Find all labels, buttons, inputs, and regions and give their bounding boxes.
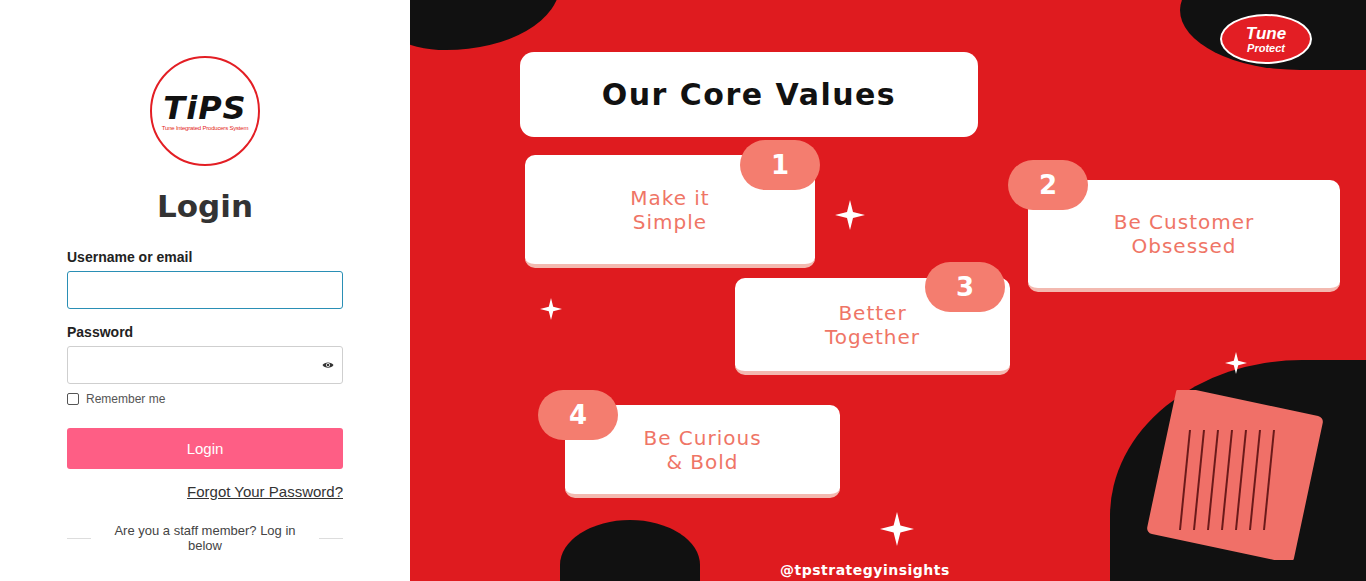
field: [67, 271, 343, 309]
remember-label: Remember me: [86, 391, 165, 407]
poster-handle: @tpstrategyinsights: [780, 562, 950, 578]
value-text: Be Curious: [643, 426, 761, 450]
username-input[interactable]: [67, 271, 343, 309]
show-password-button[interactable]: [321, 358, 335, 372]
login-button[interactable]: Login: [67, 428, 343, 469]
tips-logo: TiPSTune Integrated Producers System: [150, 56, 260, 166]
tune-protect-logo: TuneProtect: [1220, 14, 1312, 64]
divider-line: [67, 538, 91, 539]
brand-line: Protect: [1247, 42, 1285, 54]
value-number: 1: [740, 140, 820, 190]
value-number: 3: [925, 262, 1005, 312]
value-text: Make it: [630, 186, 709, 210]
login-panel: TiPSTune Integrated Producers System Logi…: [0, 0, 410, 581]
value-number: 2: [1008, 160, 1088, 210]
field: [67, 346, 343, 384]
decor-blob: [410, 0, 560, 50]
logo-subtitle: Tune Integrated Producers System: [162, 125, 248, 131]
brand-line: Tune: [1246, 25, 1286, 42]
staff-divider: Are you a staff member? Log in below: [67, 523, 343, 553]
value-number: 4: [538, 390, 618, 440]
sparkle-icon: [835, 200, 865, 230]
value-text: Obsessed: [1131, 234, 1236, 258]
login-page: TiPSTune Integrated Producers System Logi…: [0, 0, 1366, 581]
core-values-poster: Our Core Values Make itSimple 1 Be Customer…: [410, 0, 1366, 581]
forgot-password-link[interactable]: Forgot Your Password?: [187, 483, 343, 501]
decor-blob: [560, 520, 700, 581]
poster-title: Our Core Values: [520, 52, 978, 137]
remember-checkbox[interactable]: [67, 393, 79, 405]
divider-line: [319, 538, 343, 539]
eye-icon: [322, 361, 334, 369]
field-label: Password: [67, 323, 343, 341]
sparkle-icon: [880, 512, 914, 546]
value-text: Be Customer: [1114, 210, 1255, 234]
value-text: & Bold: [666, 450, 738, 474]
value-text: Better: [838, 301, 906, 325]
password-input[interactable]: [67, 346, 343, 384]
sparkle-icon: [540, 298, 562, 320]
value-text: Together: [825, 325, 920, 349]
field-label: Username or email: [67, 248, 343, 266]
staff-text: Are you a staff member? Log in below: [105, 523, 305, 553]
value-text: Simple: [633, 210, 707, 234]
logo-text: TiPS: [163, 91, 246, 125]
document-illustration-icon: [1140, 390, 1330, 560]
login-title: Login: [67, 186, 343, 226]
sparkle-icon: [1225, 352, 1247, 374]
remember-me[interactable]: Remember me: [67, 391, 343, 407]
